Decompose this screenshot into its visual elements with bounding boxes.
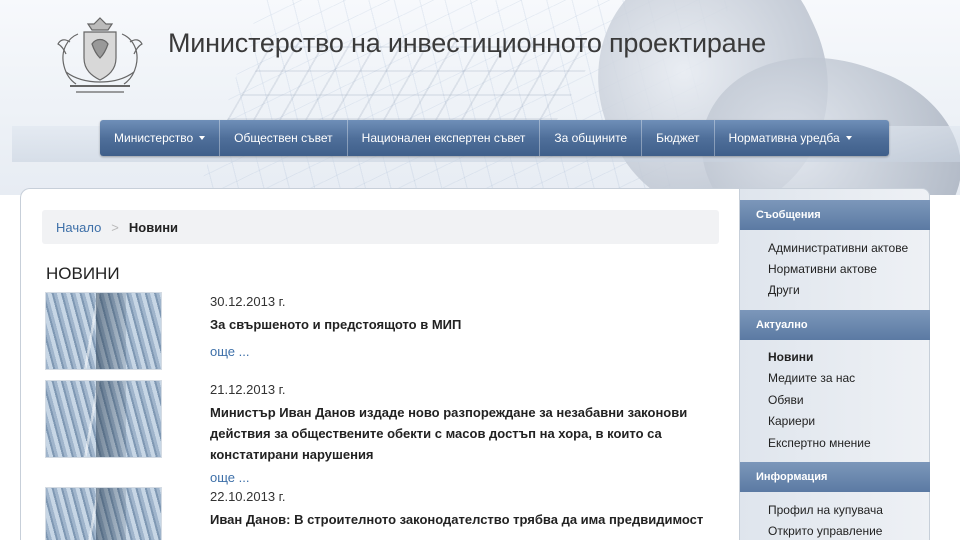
chevron-down-icon [845, 136, 852, 140]
nav-item-label: Национален експертен съвет [361, 131, 526, 145]
breadcrumb-current: Новини [128, 219, 179, 235]
news-thumbnail-image[interactable] [45, 487, 162, 540]
sidebar-link-careers[interactable]: Кариери [768, 414, 815, 428]
news-date: 21.12.2013 г. [210, 382, 286, 397]
nav-item-label: Нормативна уредба [728, 131, 840, 145]
news-thumbnail-image[interactable] [45, 292, 162, 370]
nav-item-public-council[interactable]: Обществен съвет [220, 120, 348, 156]
site-title: Министерство на инвестиционното проектир… [168, 28, 766, 58]
news-title-link[interactable]: Иван Данов: В строителното законодателст… [210, 509, 735, 530]
nav-item-national-expert-council[interactable]: Национален експертен съвет [348, 120, 541, 156]
sidebar-link-news[interactable]: Новини [768, 350, 813, 364]
sidebar-link-open-government[interactable]: Открито управление [768, 524, 882, 538]
nav-item-label: Обществен съвет [234, 131, 333, 145]
nav-item-municipalities[interactable]: За общините [540, 120, 643, 156]
read-more-link[interactable]: още ... [210, 470, 249, 485]
nav-item-legislation[interactable]: Нормативна уредба [715, 120, 866, 156]
sidebar-link-announcements[interactable]: Обяви [768, 393, 804, 407]
breadcrumb-home-link[interactable]: Начало [56, 220, 101, 235]
chevron-down-icon [199, 136, 206, 140]
coat-of-arms-icon[interactable] [48, 12, 152, 100]
news-thumbnail-image[interactable] [45, 380, 162, 458]
nav-item-ministry[interactable]: Министерство [100, 120, 221, 156]
read-more-link[interactable]: още ... [210, 344, 249, 359]
nav-item-budget[interactable]: Бюджет [642, 120, 715, 156]
sidebar-heading-information: Информация [740, 462, 930, 492]
breadcrumb-separator: > [111, 219, 119, 235]
nav-item-label: Министерство [114, 131, 194, 145]
news-title-link[interactable]: Министър Иван Данов издаде ново разпореж… [210, 402, 735, 465]
sidebar-link-normative-acts[interactable]: Нормативни актове [768, 262, 877, 276]
sidebar-link-other[interactable]: Други [768, 283, 800, 297]
nav-item-label: За общините [554, 131, 628, 145]
sidebar-link-buyer-profile[interactable]: Профил на купувача [768, 503, 883, 517]
sidebar-link-administrative-acts[interactable]: Административни актове [768, 241, 908, 255]
breadcrumb: Начало > Новини [42, 210, 719, 244]
nav-item-label: Бюджет [656, 131, 700, 145]
news-date: 22.10.2013 г. [210, 489, 286, 504]
page-title: НОВИНИ [46, 264, 120, 283]
sidebar-heading-current: Актуално [740, 310, 930, 340]
sidebar-link-expert-opinion[interactable]: Експертно мнение [768, 436, 871, 450]
sidebar-heading-announcements: Съобщения [740, 200, 930, 230]
news-date: 30.12.2013 г. [210, 294, 286, 309]
main-navigation: Министерство Обществен съвет Национален … [100, 120, 889, 156]
news-title-link[interactable]: За свършеното и предстоящото в МИП [210, 314, 735, 335]
sidebar-link-media-about-us[interactable]: Медиите за нас [768, 371, 855, 385]
